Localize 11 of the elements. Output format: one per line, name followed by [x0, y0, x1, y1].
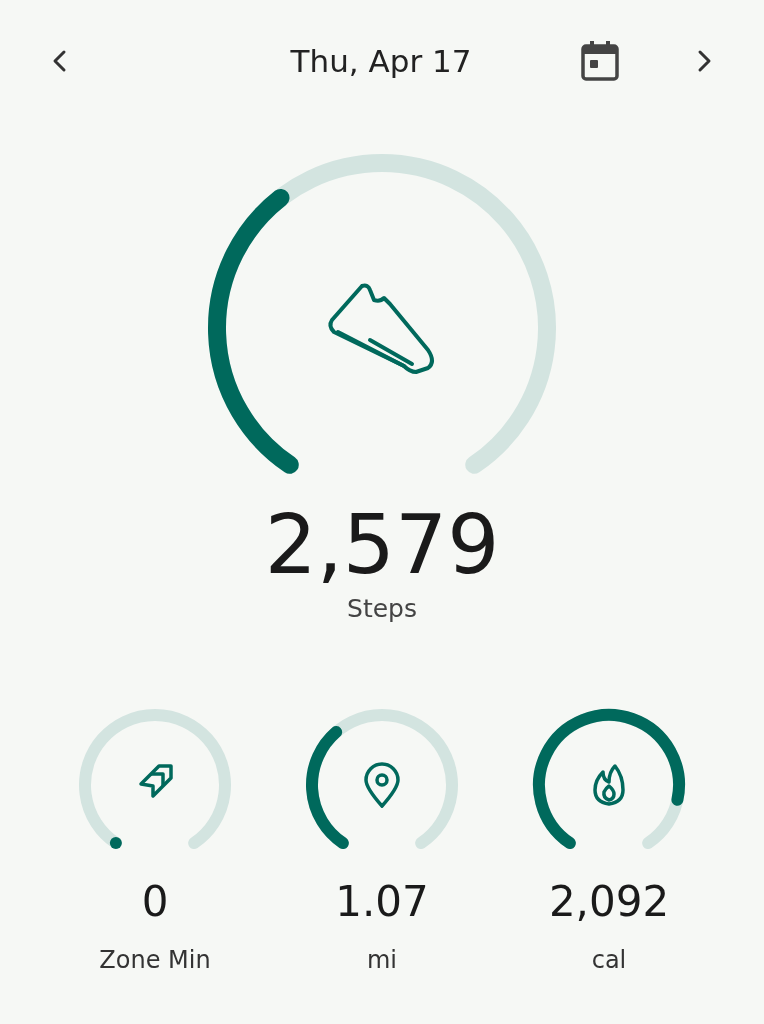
metric-label: cal	[591, 946, 627, 975]
date-title: Thu, Apr 17	[289, 43, 473, 79]
metric-label: Zone Min	[99, 946, 211, 975]
metric-value: 2,092	[548, 877, 670, 927]
location-pin-icon	[362, 762, 402, 809]
metric-value: 1.07	[335, 877, 429, 927]
step-count: 2,579	[264, 500, 500, 591]
calendar-icon[interactable]	[580, 40, 620, 82]
metric-value: 0	[141, 877, 169, 927]
steps-label: Steps	[347, 594, 417, 624]
metric-label: mi	[366, 946, 397, 975]
